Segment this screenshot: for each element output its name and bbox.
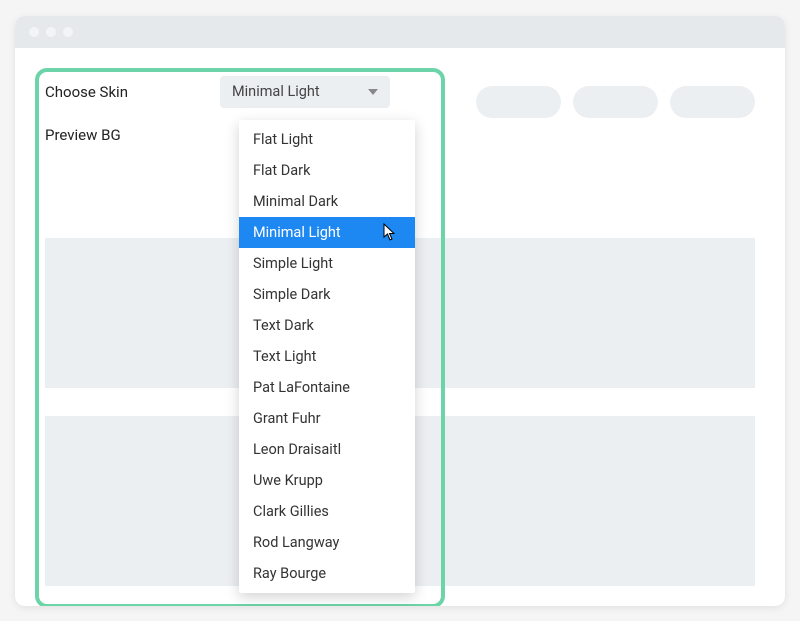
preview-bg-label: Preview BG: [45, 126, 220, 144]
dropdown-item[interactable]: Rod Langway: [239, 527, 415, 558]
dropdown-item[interactable]: Text Dark: [239, 310, 415, 341]
dropdown-item-label: Pat LaFontaine: [253, 379, 350, 396]
dropdown-item[interactable]: Simple Light: [239, 248, 415, 279]
dropdown-item-label: Text Light: [253, 348, 316, 365]
skin-dropdown: Flat Light Flat Dark Minimal Dark Minimal L…: [239, 120, 415, 593]
dropdown-item[interactable]: Flat Light: [239, 124, 415, 155]
dropdown-item-label: Simple Light: [253, 255, 333, 272]
window-control-dot[interactable]: [46, 27, 56, 37]
window-control-dot[interactable]: [63, 27, 73, 37]
dropdown-item-label: Minimal Dark: [253, 193, 338, 210]
dropdown-item[interactable]: Minimal Light: [239, 217, 415, 248]
preview-placeholder-small: [415, 416, 755, 586]
window-control-dot[interactable]: [29, 27, 39, 37]
dropdown-item-label: Flat Light: [253, 131, 313, 148]
select-value: Minimal Light: [232, 83, 320, 100]
dropdown-item[interactable]: Simple Dark: [239, 279, 415, 310]
dropdown-item-label: Rod Langway: [253, 534, 339, 551]
dropdown-item[interactable]: Minimal Dark: [239, 186, 415, 217]
dropdown-item-label: Grant Fuhr: [253, 410, 321, 427]
dropdown-item-label: Uwe Krupp: [253, 472, 323, 489]
dropdown-item[interactable]: Uwe Krupp: [239, 465, 415, 496]
dropdown-item[interactable]: Clark Gillies: [239, 496, 415, 527]
dropdown-item-label: Simple Dark: [253, 286, 330, 303]
choose-skin-select[interactable]: Minimal Light: [220, 76, 390, 108]
dropdown-item[interactable]: Leon Draisaitl: [239, 434, 415, 465]
dropdown-item-label: Leon Draisaitl: [253, 441, 341, 458]
choose-skin-label: Choose Skin: [45, 83, 220, 101]
dropdown-item[interactable]: Pat LaFontaine: [239, 372, 415, 403]
dropdown-item[interactable]: Flat Dark: [239, 155, 415, 186]
app-window: Choose Skin Minimal Light Preview BG Fla…: [15, 16, 785, 606]
dropdown-item-label: Text Dark: [253, 317, 314, 334]
dropdown-item[interactable]: Ray Bourge: [239, 558, 415, 589]
window-titlebar: [15, 16, 785, 48]
dropdown-item-label: Minimal Light: [253, 224, 341, 241]
chevron-down-icon: [368, 89, 378, 95]
dropdown-item-label: Clark Gillies: [253, 503, 329, 520]
choose-skin-row: Choose Skin Minimal Light: [45, 76, 755, 108]
dropdown-item[interactable]: Grant Fuhr: [239, 403, 415, 434]
dropdown-item-label: Flat Dark: [253, 162, 310, 179]
cursor-icon: [383, 223, 397, 245]
dropdown-item-label: Ray Bourge: [253, 565, 326, 582]
window-content: Choose Skin Minimal Light Preview BG Fla…: [15, 48, 785, 606]
dropdown-item[interactable]: Text Light: [239, 341, 415, 372]
